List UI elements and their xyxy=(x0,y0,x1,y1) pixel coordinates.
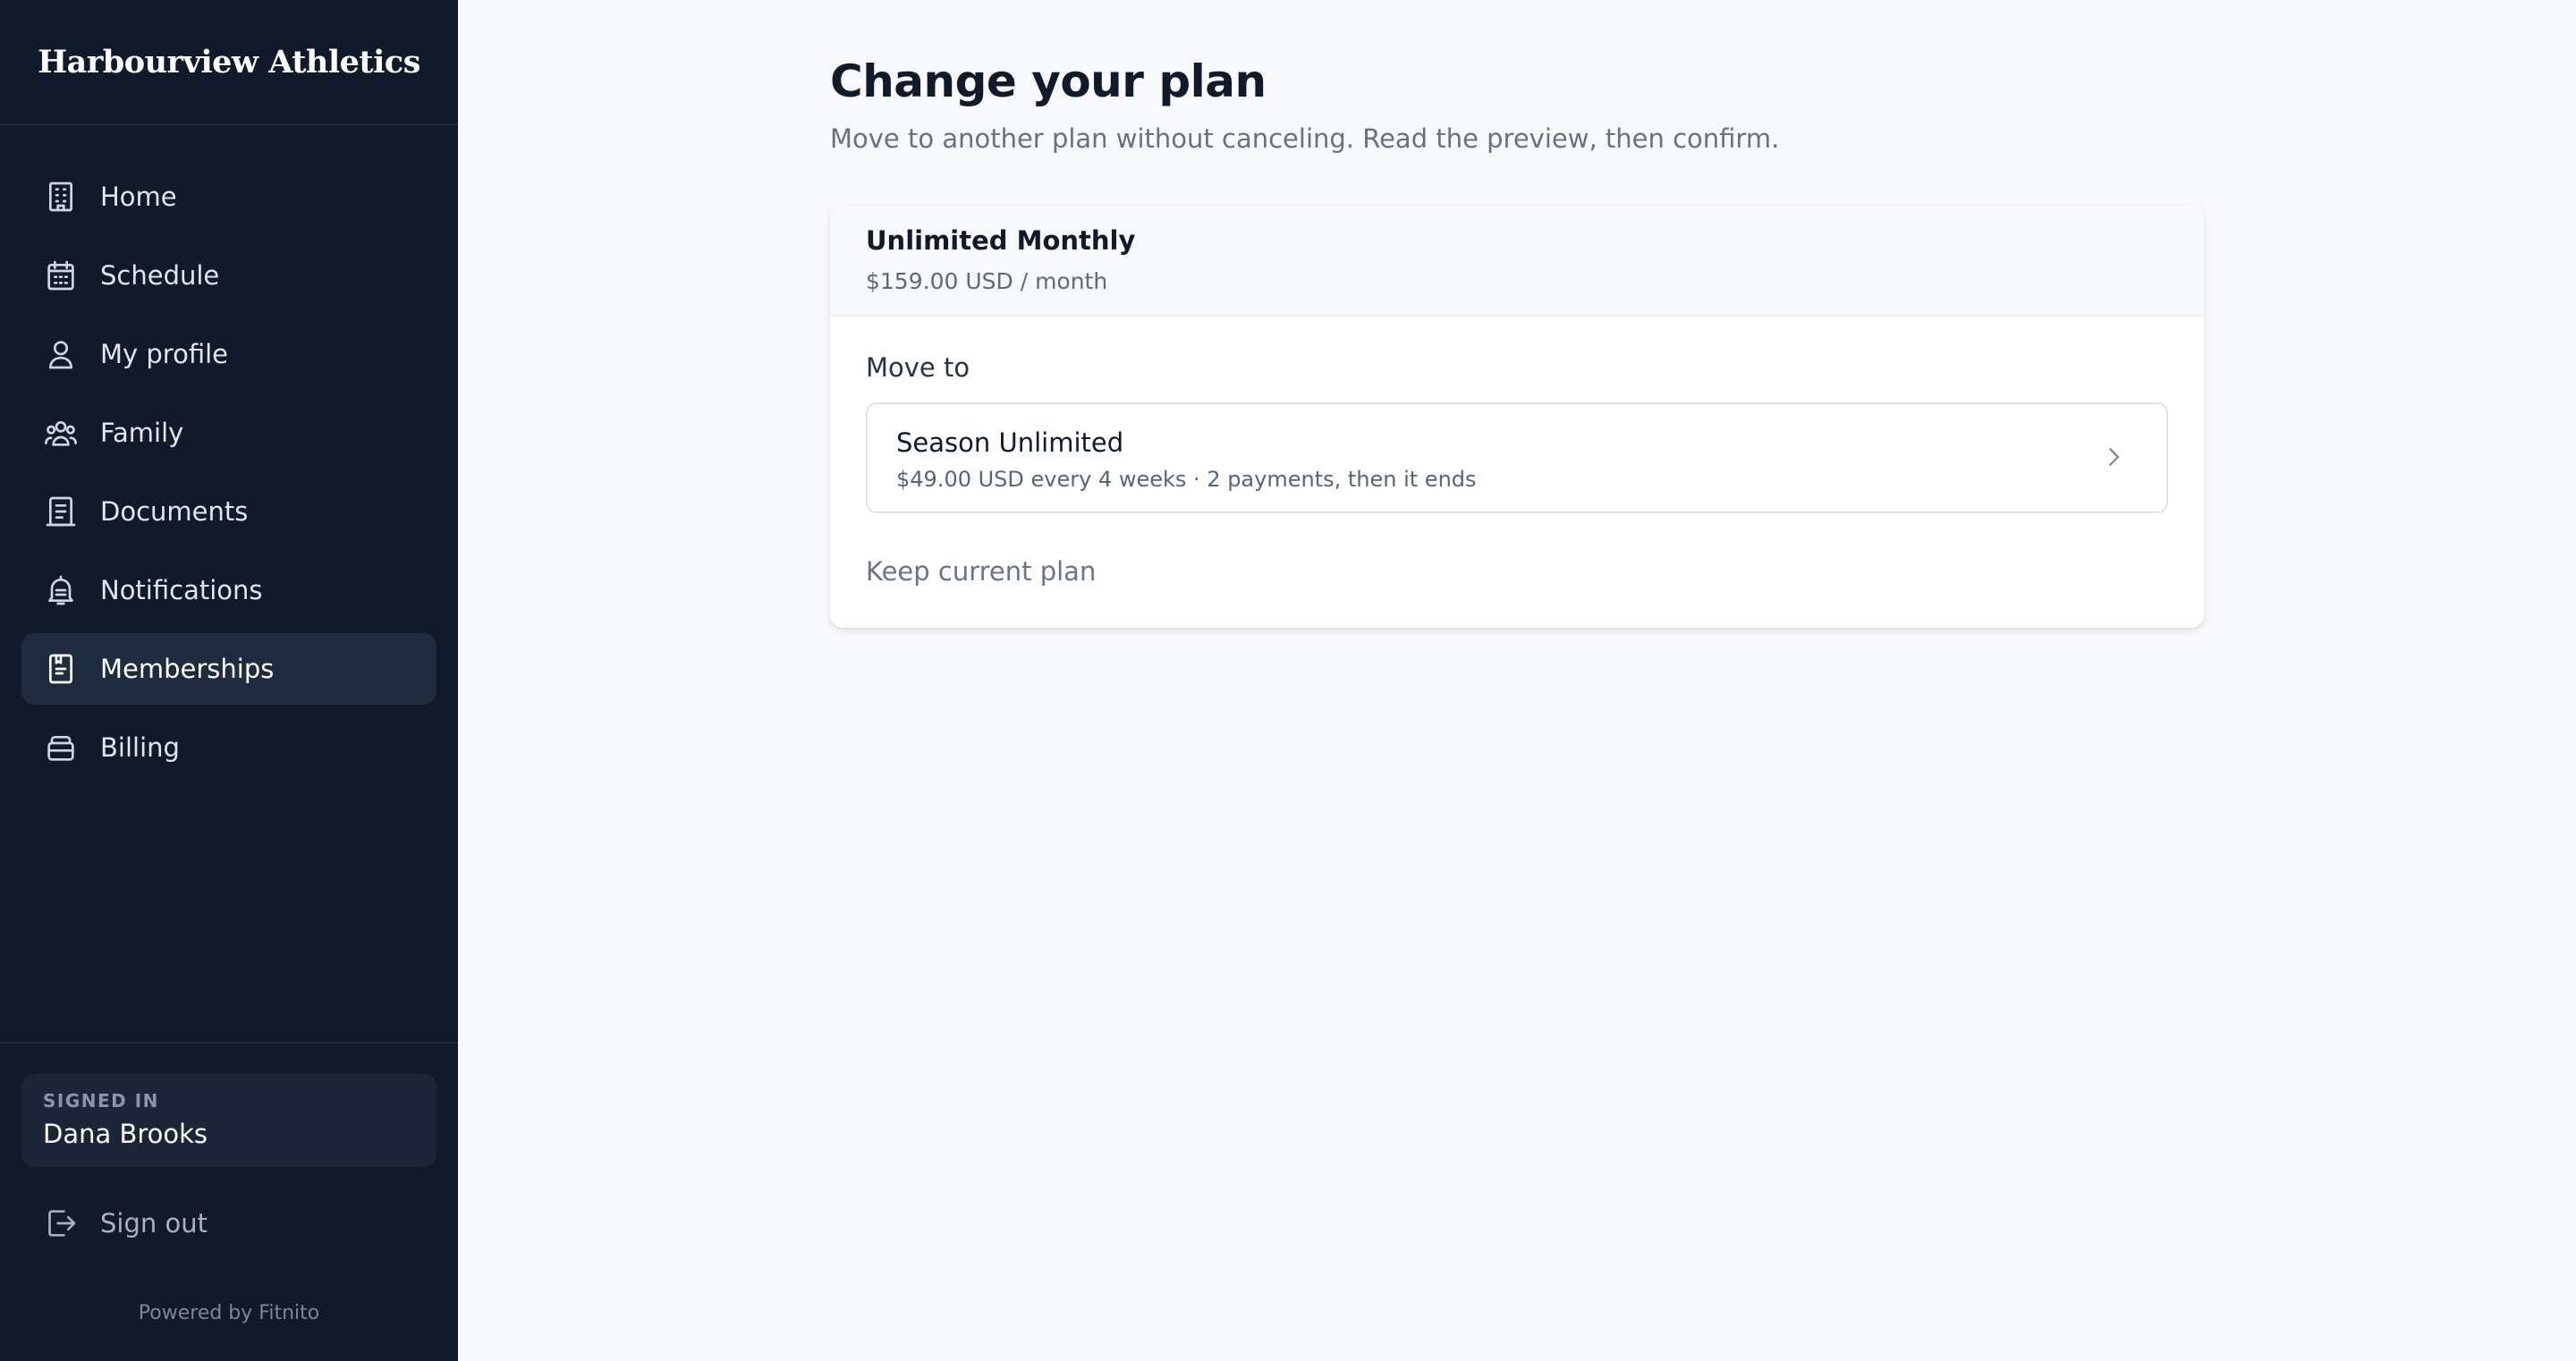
sign-out-icon xyxy=(43,1205,79,1241)
sidebar-item-label: Memberships xyxy=(100,654,275,684)
users-icon xyxy=(43,415,79,451)
powered-by[interactable]: Powered by Fitnito xyxy=(0,1302,458,1324)
brand-logo[interactable]: Harbourview Athletics xyxy=(0,0,458,125)
sidebar-item-documents[interactable]: Documents xyxy=(21,476,436,547)
sidebar-item-notifications[interactable]: Notifications xyxy=(21,554,436,626)
move-to-label: Move to xyxy=(866,352,970,383)
sidebar-item-memberships[interactable]: Memberships xyxy=(21,633,436,705)
building-icon xyxy=(43,179,79,215)
sidebar-item-home[interactable]: Home xyxy=(21,161,436,232)
signed-in-card: SIGNED IN Dana Brooks xyxy=(21,1074,436,1167)
keep-current-plan-button[interactable]: Keep current plan xyxy=(866,556,1096,587)
calendar-icon xyxy=(43,258,79,293)
sidebar-item-label: Documents xyxy=(100,496,249,527)
sidebar-item-label: Home xyxy=(100,182,177,212)
sidebar-item-family[interactable]: Family xyxy=(21,397,436,469)
sidebar-item-label: My profile xyxy=(100,339,229,369)
sidebar-item-schedule[interactable]: Schedule xyxy=(21,240,436,311)
sidebar-item-my-profile[interactable]: My profile xyxy=(21,318,436,390)
current-plan-name: Unlimited Monthly xyxy=(866,225,1136,256)
plan-option-name: Season Unlimited xyxy=(896,427,1124,458)
sidebar: Harbourview Athletics Home Schedule My p… xyxy=(0,0,458,1361)
chevron-right-icon xyxy=(2100,444,2127,470)
signed-in-label: SIGNED IN xyxy=(43,1090,159,1112)
clipboard-icon xyxy=(43,651,79,687)
sidebar-item-label: Schedule xyxy=(100,260,220,291)
main-content: Change your plan Move to another plan wi… xyxy=(458,0,2576,1361)
sidebar-item-billing[interactable]: Billing xyxy=(21,712,436,783)
user-icon xyxy=(43,336,79,372)
sidebar-divider xyxy=(0,1042,458,1044)
sidebar-item-label: Notifications xyxy=(100,575,263,605)
plan-option-season-unlimited[interactable]: Season Unlimited $49.00 USD every 4 week… xyxy=(866,402,2168,513)
sidebar-item-label: Family xyxy=(100,418,184,448)
current-plan-header: Unlimited Monthly $159.00 USD / month xyxy=(830,206,2204,317)
plan-change-card: Unlimited Monthly $159.00 USD / month Mo… xyxy=(830,206,2204,628)
plan-option-detail: $49.00 USD every 4 weeks · 2 payments, t… xyxy=(896,467,1477,492)
wallet-icon xyxy=(43,730,79,765)
sign-out-label: Sign out xyxy=(100,1208,208,1238)
document-icon xyxy=(43,494,79,529)
sign-out-button[interactable]: Sign out xyxy=(43,1205,208,1241)
sidebar-item-label: Billing xyxy=(100,732,180,763)
current-plan-price: $159.00 USD / month xyxy=(866,268,1108,294)
sidebar-nav: Home Schedule My profile Family Document… xyxy=(0,125,458,783)
bell-icon xyxy=(43,572,79,608)
page-title: Change your plan xyxy=(830,55,1267,107)
page-subtitle: Move to another plan without canceling. … xyxy=(830,123,1780,154)
user-name: Dana Brooks xyxy=(43,1119,208,1149)
